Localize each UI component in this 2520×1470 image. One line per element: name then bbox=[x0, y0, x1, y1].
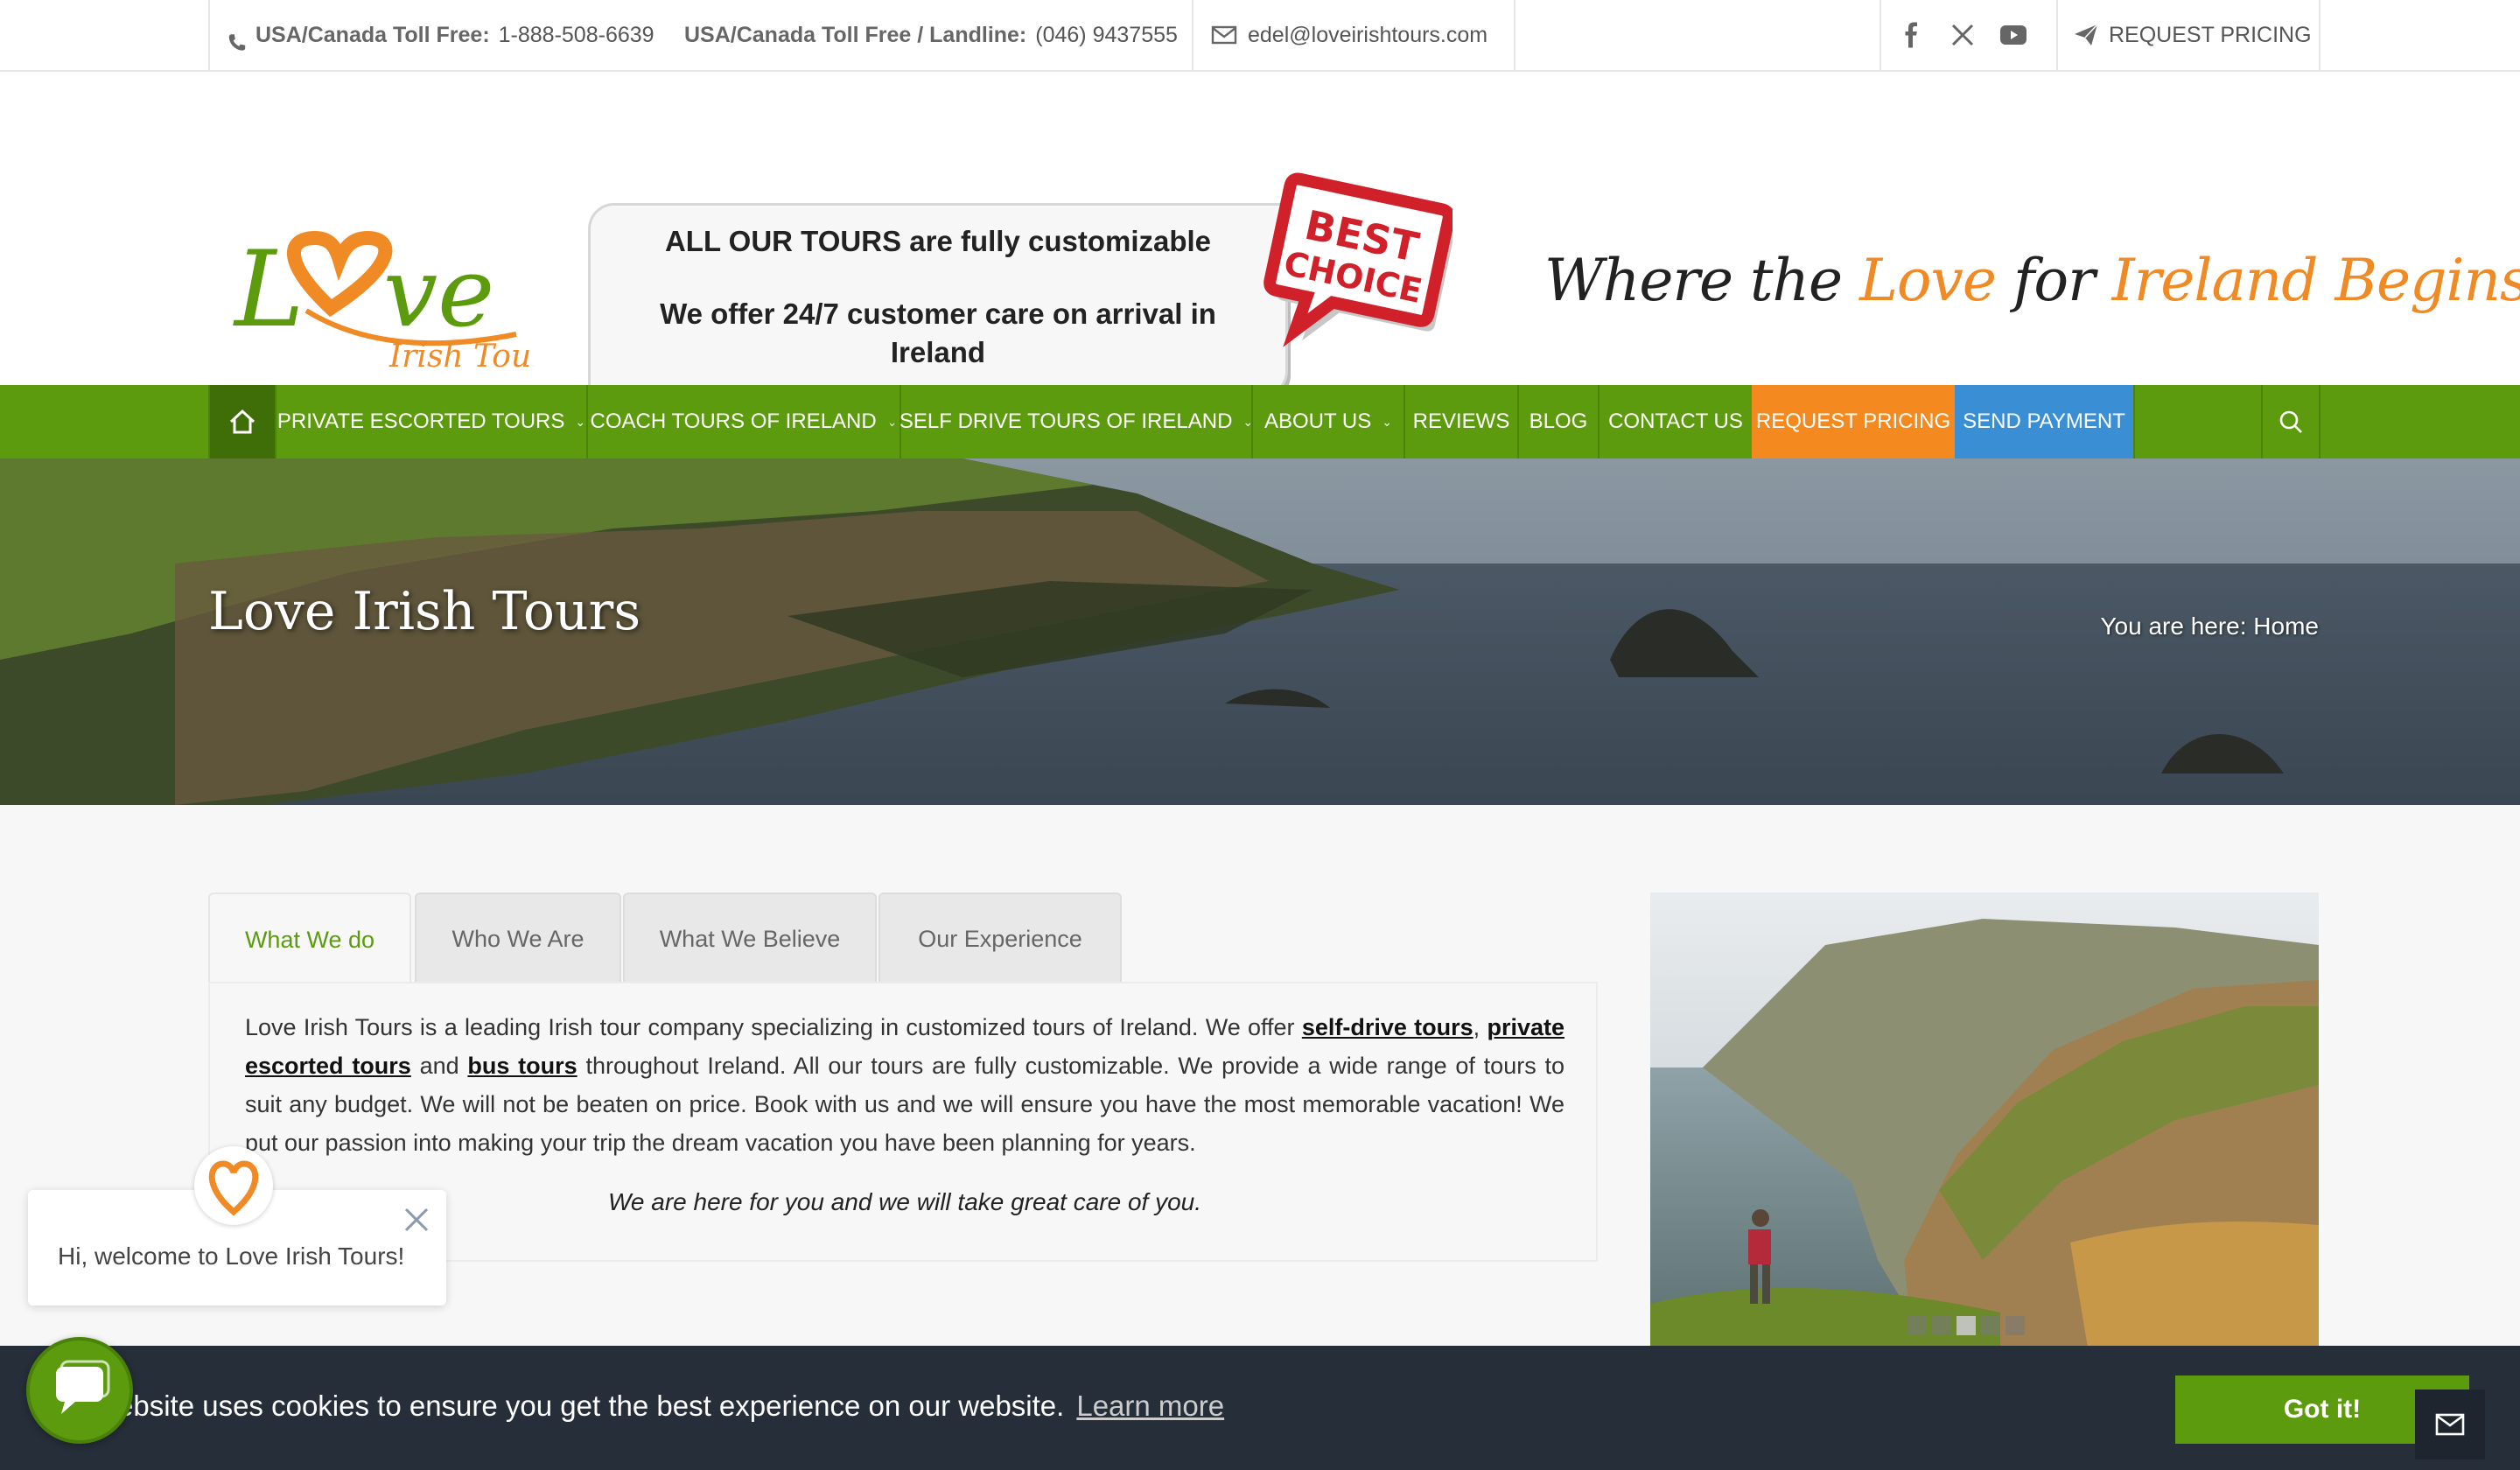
chevron-down-icon: ⌄ bbox=[575, 414, 586, 429]
chevron-down-icon: ⌄ bbox=[886, 414, 898, 429]
facebook-icon bbox=[1905, 22, 1917, 48]
nav-label: ABOUT US bbox=[1264, 410, 1372, 433]
chat-icon bbox=[56, 1360, 110, 1414]
contact-mail-button[interactable] bbox=[2415, 1390, 2485, 1460]
cliffs-hiker-image bbox=[1650, 892, 2319, 1348]
divider bbox=[208, 0, 210, 70]
nav-label: PRIVATE ESCORTED TOURS bbox=[276, 410, 565, 433]
text-segment: and bbox=[410, 1053, 468, 1079]
top-bar: USA/Canada Toll Free: 1-888-508-6639 USA… bbox=[0, 0, 2520, 72]
bus-tours-link[interactable]: bus tours bbox=[467, 1053, 577, 1079]
nav-reviews[interactable]: REVIEWS bbox=[1404, 385, 1517, 458]
tollfree-label: USA/Canada Toll Free: bbox=[256, 22, 490, 47]
nav-label: BLOG bbox=[1529, 410, 1588, 433]
text-segment: , bbox=[1473, 1014, 1488, 1040]
slider-dot[interactable] bbox=[1932, 1316, 1951, 1335]
chat-greeting: Hi, welcome to Love Irish Tours! bbox=[58, 1242, 405, 1270]
self-drive-tours-link[interactable]: self-drive tours bbox=[1302, 1014, 1474, 1040]
site-header: L ve Irish Tours ALL OUR TOURS are fully… bbox=[0, 72, 2520, 397]
request-pricing-label[interactable]: REQUEST PRICING bbox=[2109, 23, 2312, 48]
landline-number[interactable]: (046) 9437555 bbox=[1035, 23, 1178, 48]
nav-label: REVIEWS bbox=[1412, 410, 1510, 433]
heart-logo-icon bbox=[208, 1160, 259, 1216]
learn-more-link[interactable]: Learn more bbox=[1076, 1390, 1224, 1422]
landline-label: USA/Canada Toll Free / Landline: bbox=[684, 22, 1027, 47]
svg-text:Irish Tours: Irish Tours bbox=[388, 339, 534, 374]
badge-line-1: ALL OUR TOURS are fully customizable bbox=[664, 225, 1212, 257]
phone-icon bbox=[228, 34, 246, 51]
email-address[interactable]: edel@loveirishtours.com bbox=[1248, 23, 1488, 48]
nav-label: SEND PAYMENT bbox=[1963, 410, 2125, 433]
cookie-text: ebsite uses cookies to ensure you get th… bbox=[117, 1390, 1065, 1422]
nav-coach-tours[interactable]: COACH TOURS OF IRELAND ⌄ bbox=[586, 385, 900, 458]
customizable-banner: ALL OUR TOURS are fully customizable We … bbox=[588, 203, 1288, 397]
slider-dot-active[interactable] bbox=[1956, 1316, 1976, 1335]
nav-request-pricing[interactable]: REQUEST PRICING bbox=[1752, 385, 1955, 458]
facebook-link[interactable] bbox=[1886, 0, 1937, 70]
cookie-bar: ebsite uses cookies to ensure you get th… bbox=[0, 1346, 2520, 1470]
nav-label: SELF DRIVE TOURS OF IRELAND bbox=[899, 410, 1233, 433]
youtube-link[interactable] bbox=[1988, 0, 2039, 70]
nav-label: COACH TOURS OF IRELAND bbox=[590, 410, 877, 433]
search-icon bbox=[2279, 410, 2302, 433]
tagline-part-1: Where the bbox=[1544, 247, 1860, 314]
svg-text:ve: ve bbox=[383, 236, 494, 348]
chevron-down-icon: ⌄ bbox=[1382, 414, 1392, 429]
nav-send-payment[interactable]: SEND PAYMENT bbox=[1955, 385, 2133, 458]
tab-what-we-believe[interactable]: What We Believe bbox=[623, 892, 877, 984]
tollfree-number[interactable]: 1-888-508-6639 bbox=[499, 23, 654, 48]
nav-blog[interactable]: BLOG bbox=[1517, 385, 1598, 458]
nav-private-escorted-tours[interactable]: PRIVATE ESCORTED TOURS ⌄ bbox=[275, 385, 586, 458]
mail-icon bbox=[1211, 25, 1237, 45]
cookie-message: ebsite uses cookies to ensure you get th… bbox=[117, 1390, 1224, 1423]
tollfree-phone[interactable]: USA/Canada Toll Free: 1-888-508-6639 bbox=[226, 0, 654, 70]
text-segment: Love Irish Tours is a leading Irish tour… bbox=[245, 1014, 1302, 1040]
youtube-icon bbox=[2000, 25, 2026, 45]
nav-spacer bbox=[2133, 385, 2261, 458]
paper-plane-icon bbox=[2075, 24, 2098, 46]
x-link[interactable] bbox=[1937, 0, 1988, 70]
tab-what-we-do[interactable]: What We do bbox=[208, 892, 411, 985]
nav-self-drive-tours[interactable]: SELF DRIVE TOURS OF IRELAND ⌄ bbox=[899, 385, 1253, 458]
tagline-love: Love bbox=[1859, 247, 1997, 314]
main-nav: PRIVATE ESCORTED TOURS ⌄ COACH TOURS OF I… bbox=[0, 385, 2520, 458]
best-choice-badge: BEST CHOICE bbox=[1264, 172, 1452, 347]
divider bbox=[1192, 0, 1194, 70]
slider-dot[interactable] bbox=[1908, 1316, 1927, 1335]
page-title: Love Irish Tours bbox=[208, 581, 641, 642]
tagline-part-3: for bbox=[1995, 247, 2112, 314]
tab-our-experience[interactable]: Our Experience bbox=[878, 892, 1122, 984]
hero-banner: Love Irish Tours You are here: Home bbox=[0, 458, 2520, 805]
slider-dots bbox=[1908, 1316, 2025, 1335]
mail-icon bbox=[2435, 1413, 2465, 1436]
about-paragraph: Love Irish Tours is a leading Irish tour… bbox=[245, 1008, 1564, 1162]
nav-home[interactable] bbox=[208, 385, 275, 458]
tagline-ireland: Ireland Begins bbox=[2111, 247, 2520, 314]
divider bbox=[2319, 0, 2320, 70]
nav-search[interactable] bbox=[2261, 385, 2320, 458]
request-pricing-top[interactable]: REQUEST PRICING bbox=[2074, 0, 2312, 70]
divider bbox=[2056, 0, 2058, 70]
slider-dot[interactable] bbox=[2006, 1316, 2025, 1335]
divider bbox=[1880, 0, 1881, 70]
nav-about-us[interactable]: ABOUT US ⌄ bbox=[1251, 385, 1404, 458]
email-link[interactable]: edel@loveirishtours.com bbox=[1211, 0, 1488, 70]
slider-dot[interactable] bbox=[1981, 1316, 2000, 1335]
chat-avatar bbox=[194, 1146, 273, 1225]
nav-label: CONTACT US bbox=[1608, 410, 1743, 433]
landline-phone[interactable]: USA/Canada Toll Free / Landline: (046) 9… bbox=[684, 0, 1178, 70]
chat-launcher-button[interactable] bbox=[26, 1337, 133, 1444]
nav-contact-us[interactable]: CONTACT US bbox=[1598, 385, 1752, 458]
divider bbox=[1514, 0, 1516, 70]
badge-line-2: We offer 24/7 customer care on arrival i… bbox=[660, 298, 1216, 368]
love-irish-tours-logo[interactable]: L ve Irish Tours bbox=[228, 155, 534, 374]
slider-image[interactable] bbox=[1650, 892, 2319, 1348]
tab-who-we-are[interactable]: Who We Are bbox=[415, 892, 621, 984]
close-icon[interactable] bbox=[399, 1202, 434, 1237]
nav-label: REQUEST PRICING bbox=[1755, 410, 1951, 433]
home-icon bbox=[229, 409, 256, 434]
x-icon bbox=[1951, 24, 1974, 46]
tagline: Where the Love for Ireland Begins bbox=[1544, 247, 2520, 314]
breadcrumb[interactable]: You are here: Home bbox=[2012, 612, 2319, 640]
